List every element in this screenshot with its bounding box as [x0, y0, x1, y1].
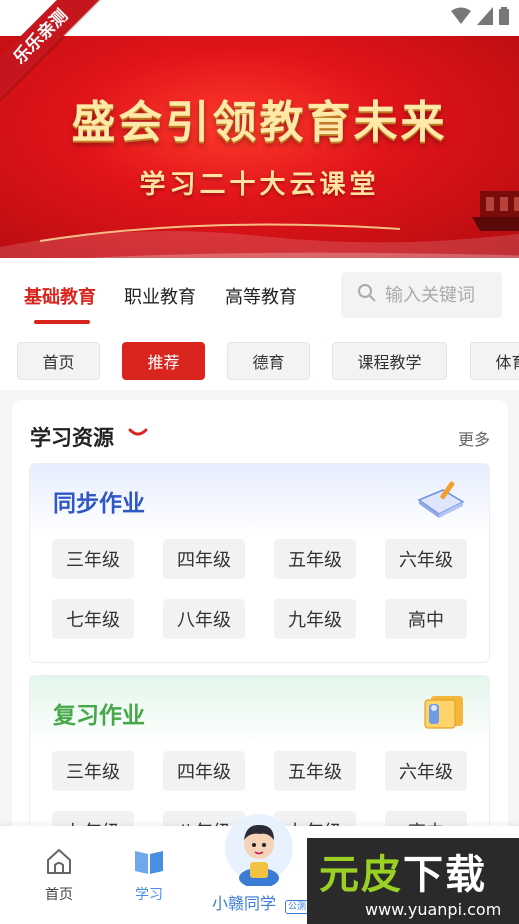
site-watermark: 元皮下载 www.yuanpi.com — [307, 838, 519, 924]
watermark-char-3: 下载 — [403, 852, 487, 898]
banner-subtitle: 学习二十大云课堂 — [139, 170, 380, 200]
tab-vocational-education[interactable]: 职业教育 — [124, 283, 196, 309]
signal-icon — [477, 7, 493, 29]
card-title: 学习资源 — [30, 426, 114, 450]
search-box[interactable] — [341, 272, 502, 318]
grade-6[interactable]: 六年级 — [385, 751, 467, 791]
chip-home[interactable]: 首页 — [17, 342, 100, 380]
assistant-label: 小赣同学 — [212, 894, 277, 913]
banner-wave-decoration — [0, 223, 519, 258]
beta-badge: 公测 — [285, 900, 310, 914]
home-icon — [44, 849, 74, 880]
notebook-icon — [417, 481, 465, 518]
nav-home-label: 首页 — [45, 887, 73, 903]
battery-icon — [499, 7, 509, 29]
grade-8[interactable]: 八年级 — [163, 599, 245, 639]
tab-higher-education[interactable]: 高等教育 — [225, 283, 297, 309]
assistant-avatar-icon — [225, 814, 293, 888]
nav-home[interactable]: 首页 — [29, 846, 89, 904]
nav-study[interactable]: 学习 — [119, 846, 179, 904]
chip-sports[interactable]: 体育 — [470, 342, 519, 380]
grade-5[interactable]: 五年级 — [274, 539, 356, 579]
more-link[interactable]: 更多 — [458, 426, 490, 450]
boat-decoration — [472, 191, 519, 231]
banner-title: 盛会引领教育未来 — [71, 97, 448, 148]
search-icon — [357, 283, 377, 307]
sync-homework-section: 同步作业 三年级 四年级 五年级 六年级 七年级 八年级 九年级 高中 — [29, 463, 490, 663]
assistant-button[interactable] — [205, 812, 313, 890]
folder-icon — [424, 696, 463, 729]
chip-moral[interactable]: 德育 — [227, 342, 310, 380]
grade-6[interactable]: 六年级 — [385, 539, 467, 579]
smile-mark-icon — [128, 428, 148, 436]
search-input[interactable] — [385, 284, 495, 306]
book-icon — [133, 851, 165, 880]
tab-basic-education[interactable]: 基础教育 — [24, 283, 96, 309]
grade-3[interactable]: 三年级 — [52, 539, 134, 579]
grade-7[interactable]: 七年级 — [52, 599, 134, 639]
category-bar: 基础教育 职业教育 高等教育 — [0, 258, 519, 330]
chip-bar: 首页 推荐 德育 课程教学 体育 — [0, 330, 519, 390]
grade-9[interactable]: 九年级 — [274, 599, 356, 639]
grade-high-school[interactable]: 高中 — [385, 599, 467, 639]
grade-5[interactable]: 五年级 — [274, 751, 356, 791]
wifi-icon — [451, 7, 471, 29]
grade-4[interactable]: 四年级 — [163, 751, 245, 791]
grade-4[interactable]: 四年级 — [163, 539, 245, 579]
watermark-char-2: 皮 — [361, 852, 403, 898]
watermark-logo: 元皮下载 — [319, 842, 487, 900]
active-tab-indicator — [34, 320, 90, 324]
section-title[interactable]: 同步作业 — [53, 484, 145, 518]
grade-3[interactable]: 三年级 — [52, 751, 134, 791]
promo-banner[interactable]: 盛会引领教育未来 学习二十大云课堂 — [0, 36, 519, 258]
watermark-char-1: 元 — [319, 852, 361, 898]
nav-study-label: 学习 — [135, 887, 163, 903]
section-title[interactable]: 复习作业 — [53, 696, 145, 730]
chip-course-teaching[interactable]: 课程教学 — [332, 342, 447, 380]
watermark-url: www.yuanpi.com — [365, 900, 502, 919]
chip-recommend[interactable]: 推荐 — [122, 342, 205, 380]
